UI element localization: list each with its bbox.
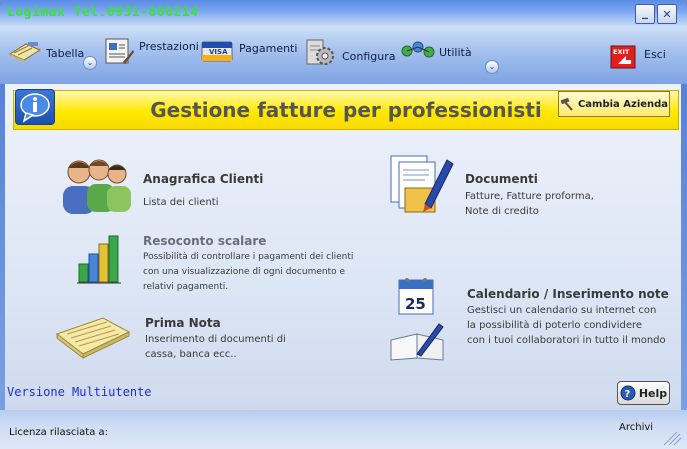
toolbar-label-utilita: Utilità	[439, 45, 472, 59]
licenza-label: Licenza rilasciata a:	[9, 427, 109, 438]
open-book-pen-icon[interactable]	[389, 320, 449, 362]
documents-pen-icon[interactable]	[385, 152, 457, 220]
minimize-button[interactable]: _	[635, 4, 655, 24]
visa-card-icon: VISA	[201, 41, 233, 62]
toolbar-label-tabella: Tabella	[46, 46, 85, 60]
help-button[interactable]: ? Help	[617, 381, 670, 405]
svg-text:25: 25	[405, 295, 426, 313]
toolbar-label-prestazioni: Prestazioni	[139, 39, 199, 53]
info-button[interactable]	[15, 89, 55, 125]
minimize-icon: _	[642, 4, 648, 19]
toolbar-pagamenti[interactable]: VISA Pagamenti	[200, 40, 297, 64]
users-group-icon[interactable]	[57, 156, 132, 218]
toolbar-prestazioni[interactable]: Prestazioni	[103, 36, 199, 66]
title-bar[interactable]: Logimax Tel.0931-880214 _ ✕	[0, 0, 687, 26]
main-toolbar: Tabella ⌄ Prestazioni VISA Pagamenti Con…	[0, 26, 687, 84]
cambia-azienda-label: Cambia Azienda	[577, 98, 669, 110]
window-title: Logimax Tel.0931-880214	[7, 5, 199, 20]
svg-text:VISA: VISA	[209, 48, 228, 56]
prestazioni-icon	[105, 38, 134, 64]
help-label: Help	[638, 386, 668, 400]
utilita-dropdown-chevron-icon[interactable]: ⌄	[485, 60, 499, 74]
documenti-desc: Fatture, Fatture proforma, Note di credi…	[465, 191, 594, 217]
versione-label: Versione Multiutente	[7, 385, 152, 399]
cambia-azienda-button[interactable]: Cambia Azienda	[558, 91, 670, 117]
prima-nota-title[interactable]: Prima Nota	[145, 316, 221, 330]
bar-chart-icon[interactable]	[77, 234, 121, 286]
help-icon: ?	[620, 385, 636, 401]
main-panel: Gestione fatture per professionisti Camb…	[5, 84, 681, 410]
toolbar-tabella[interactable]: Tabella	[8, 40, 84, 62]
close-icon: ✕	[662, 7, 672, 21]
calendario-desc: Gestisci un calendario su internet con l…	[467, 305, 666, 346]
svg-text:?: ?	[624, 389, 630, 400]
anagrafica-clienti-title[interactable]: Anagrafica Clienti	[143, 172, 263, 186]
status-bar: Licenza rilasciata a: Archivi	[0, 410, 687, 449]
toolbar-label-pagamenti: Pagamenti	[239, 41, 298, 55]
close-button[interactable]: ✕	[657, 4, 677, 24]
tabella-dropdown-chevron-icon[interactable]: ⌄	[83, 56, 97, 70]
svg-text:EXIT: EXIT	[613, 48, 630, 56]
app-window: Logimax Tel.0931-880214 _ ✕ Tabella ⌄ Pr…	[0, 0, 687, 449]
toolbar-configura[interactable]: Configura	[305, 38, 396, 68]
network-icon	[401, 41, 435, 58]
calendario-title[interactable]: Calendario / Inserimento note	[467, 287, 669, 301]
tabella-icon	[8, 42, 42, 62]
resoconto-scalare-desc: Possibilità di controllare i pagamenti d…	[143, 252, 354, 292]
exit-icon: EXIT	[610, 45, 636, 69]
documenti-title[interactable]: Documenti	[465, 172, 538, 186]
gears-icon	[306, 39, 334, 65]
anagrafica-clienti-desc: Lista dei clienti	[143, 197, 219, 208]
resoconto-scalare-title[interactable]: Resoconto scalare	[143, 234, 266, 248]
toolbar-label-esci: Esci	[644, 47, 666, 61]
resize-grip-icon[interactable]	[660, 432, 682, 446]
toolbar-label-configura: Configura	[342, 49, 396, 63]
toolbar-utilita[interactable]: Utilità	[400, 40, 472, 62]
prima-nota-desc: Inserimento di documenti di cassa, banca…	[145, 334, 286, 360]
archivi-label[interactable]: Archivi	[619, 422, 653, 433]
info-icon	[20, 93, 50, 123]
hammer-icon	[560, 97, 573, 111]
notepad-icon[interactable]	[53, 314, 133, 362]
toolbar-esci[interactable]: EXIT Esci	[610, 45, 666, 69]
